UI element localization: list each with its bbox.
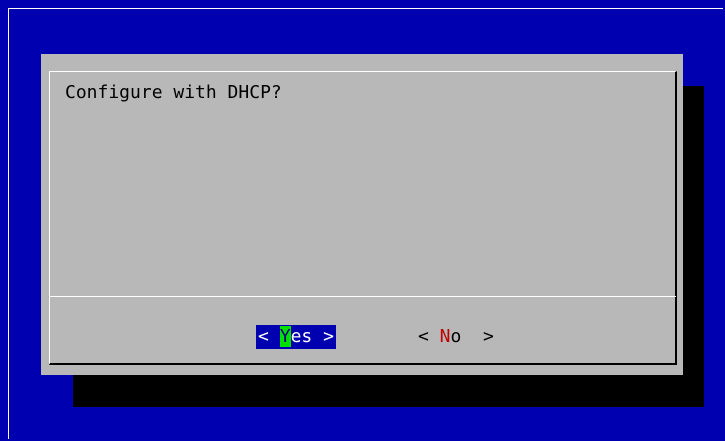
no-button-open: <: [417, 326, 440, 347]
dhcp-dialog: Configure with DHCP? < Yes > < No >: [41, 54, 683, 375]
no-button-rest: o: [450, 326, 462, 347]
no-hotkey: N: [439, 326, 451, 347]
yes-hotkey: Y: [279, 326, 291, 347]
button-separator: [50, 296, 676, 297]
yes-button-open: <: [258, 326, 280, 347]
yes-button-close: >: [312, 326, 334, 347]
terminal-screen: Configure with DHCP? < Yes > < No >: [0, 0, 725, 441]
yes-button[interactable]: < Yes >: [256, 325, 336, 349]
button-row: < Yes > < No >: [191, 303, 496, 371]
no-button-close: >: [461, 326, 494, 347]
dialog-prompt: Configure with DHCP?: [65, 82, 282, 103]
no-button[interactable]: < No >: [416, 325, 496, 349]
yes-button-rest: es: [290, 326, 313, 347]
